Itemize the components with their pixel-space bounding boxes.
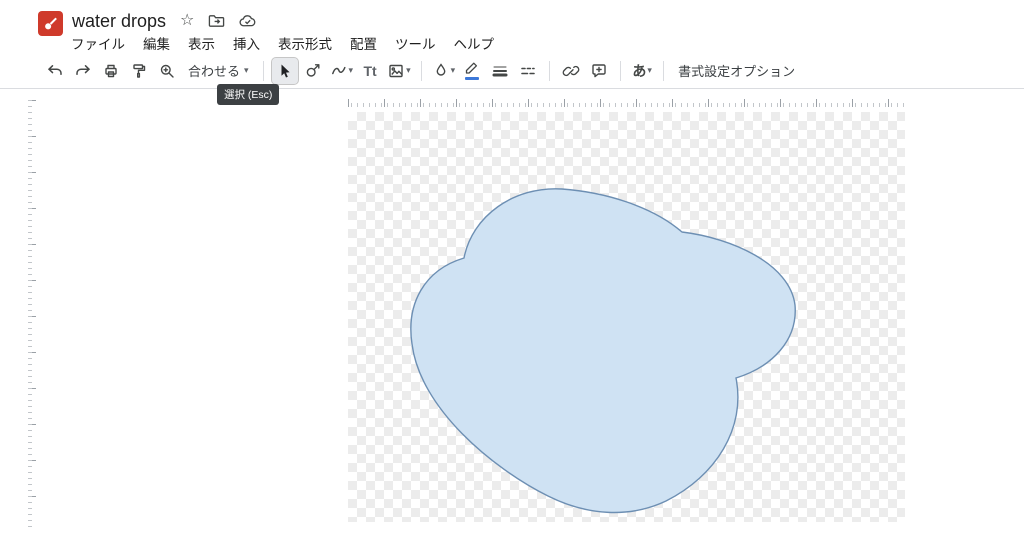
menu-view[interactable]: 表示 xyxy=(188,33,215,53)
chevron-down-icon: ▾ xyxy=(451,65,456,76)
insert-comment-button[interactable] xyxy=(586,58,612,84)
text-format-dropdown[interactable]: あ ▾ xyxy=(629,58,655,84)
menu-format[interactable]: 表示形式 xyxy=(278,33,332,53)
menu-arrange[interactable]: 配置 xyxy=(350,33,377,53)
google-drawings-app: water drops ☆ ファイル 編集 表示 挿入 表示形式 配置 ツール … xyxy=(0,0,1024,536)
zoom-fit-dropdown[interactable]: 合わせる ▾ xyxy=(182,58,255,84)
drawings-logo[interactable] xyxy=(38,11,63,36)
menu-edit[interactable]: 編集 xyxy=(143,33,170,53)
toolbar-separator xyxy=(263,61,264,81)
toolbar-separator xyxy=(421,61,422,81)
drawing-canvas[interactable] xyxy=(348,112,905,522)
menu-tools[interactable]: ツール xyxy=(395,33,436,53)
line-dash-button[interactable] xyxy=(515,58,541,84)
line-dash-icon xyxy=(519,62,537,80)
menu-help[interactable]: ヘルプ xyxy=(454,33,495,53)
select-tool-tooltip: 選択 (Esc) xyxy=(217,84,279,105)
undo-icon xyxy=(46,62,64,80)
image-icon xyxy=(387,62,405,80)
chevron-down-icon: ▾ xyxy=(406,65,411,76)
menu-file[interactable]: ファイル xyxy=(71,33,125,53)
select-cursor-icon xyxy=(276,62,294,80)
star-button[interactable]: ☆ xyxy=(180,13,194,29)
curve-line-icon xyxy=(330,62,348,80)
title-row: water drops ☆ xyxy=(72,9,257,33)
kana-format-icon: あ xyxy=(632,61,646,81)
shape-tool-button[interactable] xyxy=(300,58,326,84)
zoom-icon xyxy=(158,62,176,80)
format-options-button[interactable]: 書式設定オプション xyxy=(672,58,801,84)
link-icon xyxy=(562,62,580,80)
print-button[interactable] xyxy=(98,58,124,84)
zoom-fit-label: 合わせる xyxy=(188,61,240,80)
horizontal-ruler xyxy=(348,99,905,107)
fill-color-dropdown[interactable]: ▾ xyxy=(430,58,458,84)
workspace xyxy=(0,90,1024,536)
fill-color-drop-icon xyxy=(432,62,450,80)
print-icon xyxy=(102,62,120,80)
redo-icon xyxy=(74,62,92,80)
toolbar-separator xyxy=(663,61,664,81)
chevron-down-icon: ▾ xyxy=(647,65,652,76)
undo-button[interactable] xyxy=(42,58,68,84)
shape-tool-icon xyxy=(304,62,322,80)
vertical-ruler xyxy=(28,100,36,530)
paint-format-icon xyxy=(130,62,148,80)
line-tool-dropdown[interactable]: ▾ xyxy=(328,58,356,84)
toolbar-separator xyxy=(549,61,550,81)
chevron-down-icon: ▾ xyxy=(244,65,249,76)
water-drop-shape[interactable] xyxy=(411,189,795,513)
line-color-swatch xyxy=(465,77,479,80)
cloud-icon xyxy=(239,14,257,28)
line-color-button[interactable] xyxy=(459,58,485,84)
select-tool-button[interactable] xyxy=(272,58,298,84)
toolbar-separator xyxy=(620,61,621,81)
zoom-button[interactable] xyxy=(154,58,180,84)
toolbar: 合わせる ▾ ▾ Tt ▾ xyxy=(0,53,1024,89)
text-box-button[interactable]: Tt xyxy=(357,58,383,84)
line-color-pencil-icon xyxy=(463,60,481,76)
cloud-saved-icon[interactable] xyxy=(239,14,257,28)
document-title[interactable]: water drops xyxy=(72,11,166,32)
insert-link-button[interactable] xyxy=(558,58,584,84)
insert-image-dropdown[interactable]: ▾ xyxy=(385,58,413,84)
menubar: ファイル 編集 表示 挿入 表示形式 配置 ツール ヘルプ xyxy=(71,33,494,53)
format-options-label: 書式設定オプション xyxy=(678,61,795,80)
text-box-icon: Tt xyxy=(363,63,376,79)
move-folder-icon xyxy=(208,14,225,28)
line-weight-icon xyxy=(491,62,509,80)
canvas-svg xyxy=(348,112,905,522)
comment-icon xyxy=(590,62,608,80)
drawings-logo-glyph xyxy=(42,15,59,32)
move-folder-button[interactable] xyxy=(208,14,225,28)
line-weight-button[interactable] xyxy=(487,58,513,84)
chevron-down-icon: ▾ xyxy=(349,65,354,76)
menu-insert[interactable]: 挿入 xyxy=(233,33,260,53)
redo-button[interactable] xyxy=(70,58,96,84)
paint-format-button[interactable] xyxy=(126,58,152,84)
